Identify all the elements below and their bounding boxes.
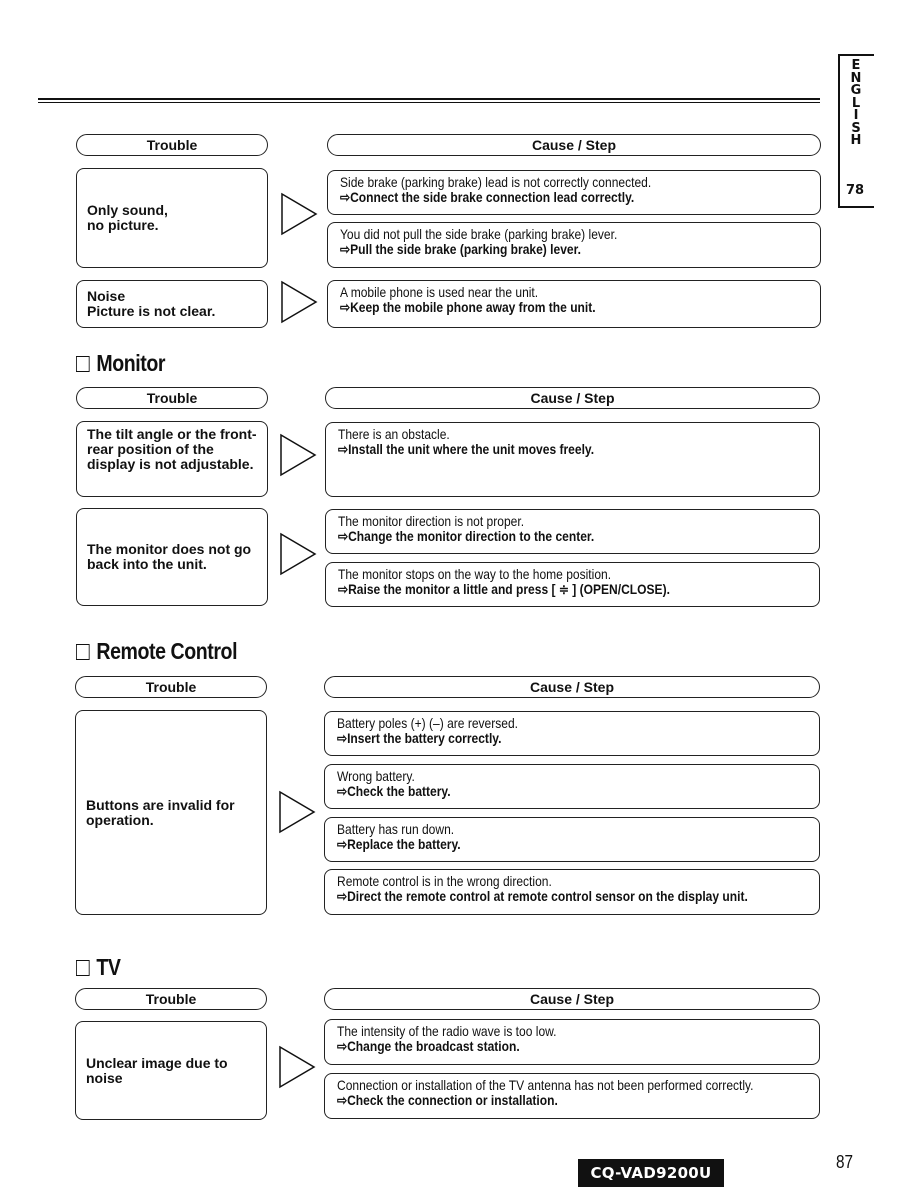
cause-box: Battery poles (+) (–) are reversed. ⇨Ins… bbox=[324, 711, 820, 756]
cause-text: Connection or installation of the TV ant… bbox=[337, 1077, 754, 1093]
step-text: ⇨Install the unit where the unit moves f… bbox=[338, 441, 595, 457]
cause-text: Battery poles (+) (–) are reversed. bbox=[337, 715, 519, 731]
step-text: ⇨Raise the monitor a little and press [ … bbox=[338, 581, 670, 597]
cause-step-header: Cause / Step bbox=[325, 387, 820, 409]
cause-box: A mobile phone is used near the unit. ⇨K… bbox=[327, 280, 821, 328]
cause-box: The intensity of the radio wave is too l… bbox=[324, 1019, 820, 1065]
step-text: ⇨Direct the remote control at remote con… bbox=[337, 888, 748, 904]
model-badge: CQ-VAD9200U bbox=[578, 1159, 724, 1187]
step-text: ⇨Check the connection or installation. bbox=[337, 1092, 558, 1108]
section-title-text: Remote Control bbox=[96, 638, 238, 664]
cause-step-header: Cause / Step bbox=[327, 134, 821, 156]
step-text: ⇨Insert the battery correctly. bbox=[337, 730, 502, 746]
arrow-right-icon bbox=[281, 192, 318, 236]
arrow-right-icon bbox=[281, 280, 318, 324]
step-text: ⇨Check the battery. bbox=[337, 783, 451, 799]
section-title-remote-control: Remote Control bbox=[76, 638, 237, 665]
cause-box: Wrong battery. ⇨Check the battery. bbox=[324, 764, 820, 809]
section-title-monitor: Monitor bbox=[76, 350, 166, 377]
step-text: ⇨Pull the side brake (parking brake) lev… bbox=[340, 241, 581, 257]
checkbox-square-icon bbox=[76, 356, 90, 372]
trouble-box: The tilt angle or the front-rear positio… bbox=[76, 421, 268, 497]
cause-text: Battery has run down. bbox=[337, 821, 455, 837]
trouble-box: Noise Picture is not clear. bbox=[76, 280, 268, 328]
header-rule bbox=[38, 98, 820, 100]
checkbox-square-icon bbox=[76, 960, 90, 976]
cause-text: Remote control is in the wrong direction… bbox=[337, 873, 552, 889]
arrow-right-icon bbox=[280, 433, 317, 477]
section-title-text: TV bbox=[96, 954, 121, 980]
section-title-text: Monitor bbox=[96, 350, 166, 376]
step-text: ⇨Change the monitor direction to the cen… bbox=[338, 528, 595, 544]
step-text: ⇨Keep the mobile phone away from the uni… bbox=[340, 299, 596, 315]
cause-text: Side brake (parking brake) lead is not c… bbox=[340, 174, 652, 190]
trouble-header: Trouble bbox=[76, 387, 268, 409]
step-text: ⇨Change the broadcast station. bbox=[337, 1038, 520, 1054]
step-text: ⇨Connect the side brake connection lead … bbox=[340, 189, 635, 205]
header-rule-thin bbox=[38, 102, 820, 103]
trouble-box: Only sound, no picture. bbox=[76, 168, 268, 268]
cause-box: You did not pull the side brake (parking… bbox=[327, 222, 821, 268]
language-letter: H bbox=[850, 133, 862, 148]
cause-text: You did not pull the side brake (parking… bbox=[340, 226, 618, 242]
cause-box: Side brake (parking brake) lead is not c… bbox=[327, 170, 821, 215]
cause-box: The monitor direction is not proper. ⇨Ch… bbox=[325, 509, 820, 554]
trouble-header: Trouble bbox=[76, 134, 268, 156]
cause-box: There is an obstacle. ⇨Install the unit … bbox=[325, 422, 820, 497]
cause-text: Wrong battery. bbox=[337, 768, 415, 784]
section-title-tv: TV bbox=[76, 954, 121, 981]
cause-text: A mobile phone is used near the unit. bbox=[340, 284, 539, 300]
trouble-header: Trouble bbox=[75, 988, 267, 1010]
cause-text: The monitor direction is not proper. bbox=[338, 513, 525, 529]
cause-box: The monitor stops on the way to the home… bbox=[325, 562, 820, 607]
cause-box: Connection or installation of the TV ant… bbox=[324, 1073, 820, 1119]
trouble-header: Trouble bbox=[75, 676, 267, 698]
trouble-box: Buttons are invalid for operation. bbox=[75, 710, 267, 915]
language-tab-page: 78 bbox=[845, 183, 865, 198]
arrow-right-icon bbox=[280, 532, 317, 576]
trouble-box: Unclear image due to noise bbox=[75, 1021, 267, 1120]
checkbox-square-icon bbox=[76, 644, 90, 660]
cause-text: There is an obstacle. bbox=[338, 426, 450, 442]
arrow-right-icon bbox=[279, 790, 316, 834]
cause-step-header: Cause / Step bbox=[324, 676, 820, 698]
cause-box: Remote control is in the wrong direction… bbox=[324, 869, 820, 915]
step-text: ⇨Replace the battery. bbox=[337, 836, 461, 852]
page-number: 87 bbox=[836, 1152, 854, 1172]
cause-text: The intensity of the radio wave is too l… bbox=[337, 1023, 557, 1039]
language-tab-letters: E N G L I S H bbox=[846, 59, 866, 148]
cause-step-header: Cause / Step bbox=[324, 988, 820, 1010]
cause-text: The monitor stops on the way to the home… bbox=[338, 566, 612, 582]
cause-box: Battery has run down. ⇨Replace the batte… bbox=[324, 817, 820, 862]
arrow-right-icon bbox=[279, 1045, 316, 1089]
trouble-box: The monitor does not go back into the un… bbox=[76, 508, 268, 606]
